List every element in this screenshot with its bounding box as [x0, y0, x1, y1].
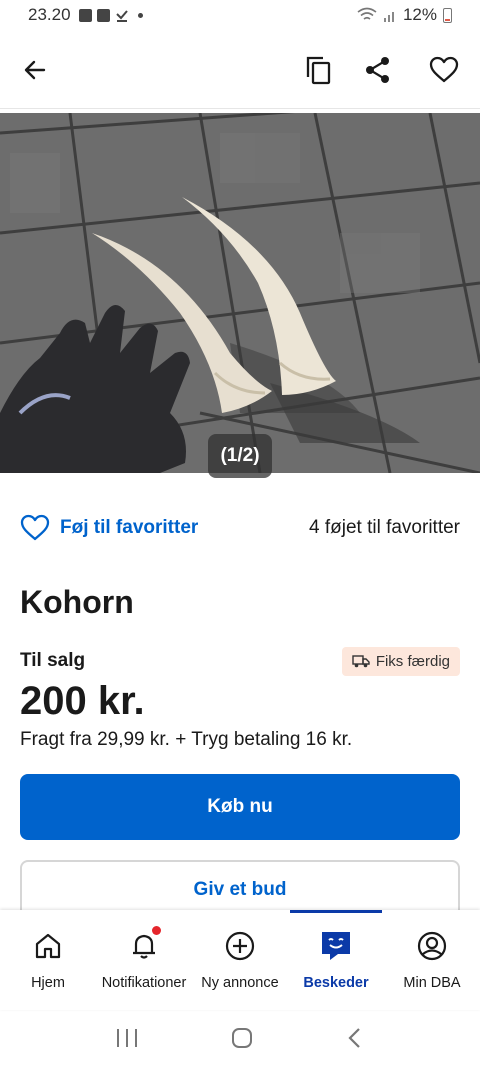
nav-item-notifications[interactable]: Notifikationer	[96, 910, 192, 1010]
photo-counter: (1/2)	[208, 434, 272, 478]
top-navigation	[0, 42, 480, 98]
favorites-row: Føj til favoritter 4 føjet til favoritte…	[20, 508, 460, 548]
home-system-icon[interactable]	[230, 1026, 254, 1055]
copy-icon[interactable]	[300, 52, 336, 88]
nav-label-notifications: Notifikationer	[101, 975, 187, 991]
bottom-navigation: Hjem Notifikationer Ny annonce Beskeder	[0, 910, 480, 1010]
listing-status: Til salg	[20, 650, 86, 671]
back-arrow-icon[interactable]	[17, 52, 53, 88]
listing-photo[interactable]	[0, 113, 480, 473]
nav-label-my-dba: Min DBA	[403, 975, 461, 991]
status-bar: 23.20 12%	[0, 0, 480, 30]
truck-icon	[352, 655, 370, 668]
recent-apps-icon[interactable]	[115, 1027, 139, 1054]
active-tab-indicator	[290, 910, 382, 913]
nav-item-my-dba[interactable]: Min DBA	[384, 910, 480, 1010]
notification-dot	[152, 926, 161, 935]
add-to-favorites-label: Føj til favoritter	[60, 517, 199, 538]
battery-percentage: 12%	[402, 5, 437, 24]
sale-row: Til salg Fiks færdig	[20, 645, 460, 677]
listing-title: Kohorn	[20, 584, 134, 620]
alert-icon	[96, 8, 110, 22]
heart-icon[interactable]	[426, 52, 462, 88]
shipping-badge: Fiks færdig	[341, 646, 460, 676]
buy-now-button[interactable]: Køb nu	[20, 774, 460, 840]
nav-label-messages: Beskeder	[303, 975, 369, 991]
nav-divider	[0, 108, 480, 109]
image-icon	[78, 8, 92, 22]
nav-item-messages[interactable]: Beskeder	[288, 910, 384, 1010]
nav-item-home[interactable]: Hjem	[0, 910, 96, 1010]
chat-icon	[318, 928, 354, 964]
add-to-favorites-button[interactable]: Føj til favoritter	[20, 514, 198, 542]
share-icon[interactable]	[360, 52, 396, 88]
nav-label-home: Hjem	[31, 975, 65, 991]
status-notification-icons	[78, 8, 143, 22]
heart-outline-icon	[20, 514, 50, 541]
system-navigation	[0, 1010, 480, 1070]
favorites-count: 4 føjet til favoritter	[309, 517, 460, 538]
back-system-icon[interactable]	[345, 1026, 365, 1055]
profile-icon	[414, 928, 450, 964]
nav-item-new-listing[interactable]: Ny annonce	[192, 910, 288, 1010]
signal-icon	[383, 12, 394, 22]
nav-label-new-listing: Ny annonce	[201, 975, 279, 991]
more-dot-icon	[137, 12, 143, 18]
listing-page: 23.20 12% (1/2) Føj til favoritter 4 føj…	[0, 0, 480, 1070]
home-icon	[30, 928, 66, 964]
shipping-info: Fragt fra 29,99 kr. + Tryg betaling 16 k…	[20, 729, 353, 750]
shipping-badge-label: Fiks færdig	[375, 652, 450, 670]
status-time: 23.20	[28, 5, 71, 24]
download-done-icon	[115, 10, 128, 22]
battery-icon	[443, 7, 452, 23]
price: 200 kr.	[20, 679, 145, 723]
wifi-icon	[357, 7, 377, 20]
plus-circle-icon	[222, 928, 258, 964]
